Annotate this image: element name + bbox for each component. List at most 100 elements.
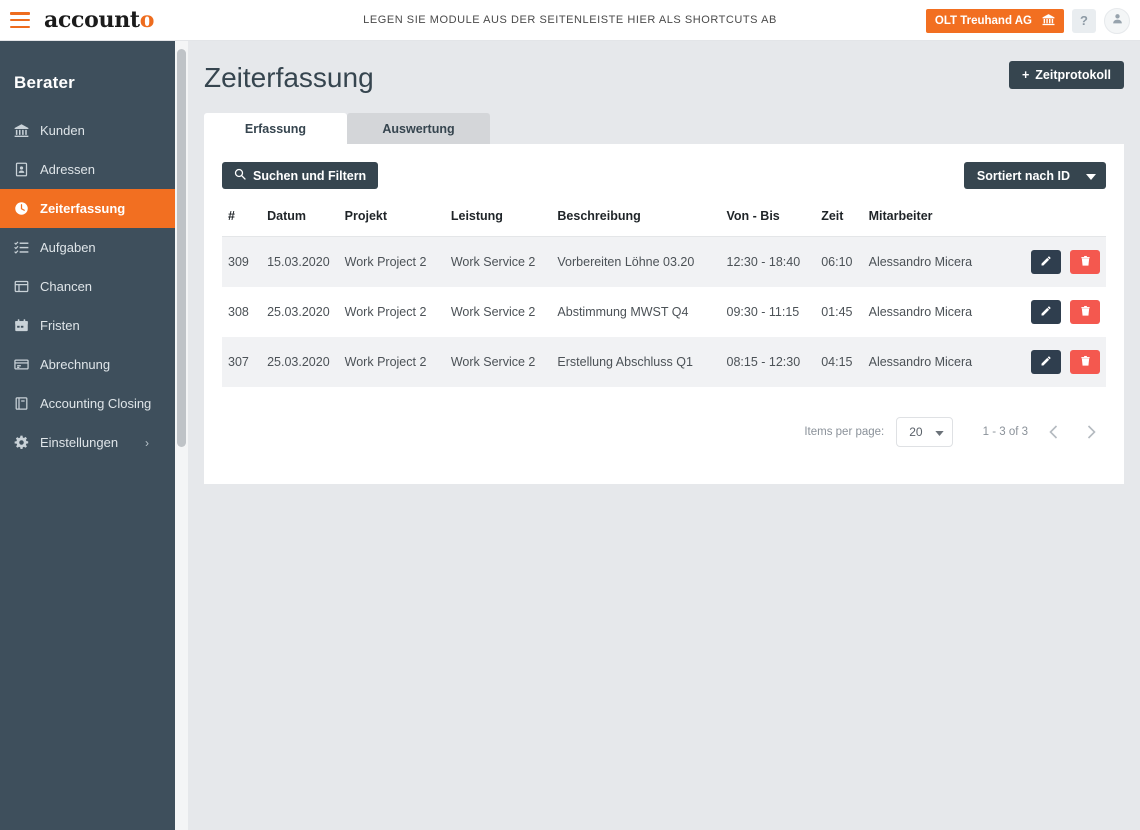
sidebar-item-abrechnung[interactable]: Abrechnung [0,345,175,384]
cell-id: 309 [228,255,249,269]
trash-icon [1080,355,1091,370]
column-header-mitarbeiter[interactable]: Mitarbeiter [862,203,1023,237]
logo-accent-letter: o [139,7,155,33]
cell-leistung: Work Service 2 [450,305,536,319]
contact-card-icon [14,162,29,177]
chevron-down-icon [934,425,944,439]
content-card: Suchen und Filtern Sortiert nach ID # Da… [204,144,1124,484]
pagination-range-label: 1 - 3 of 3 [982,426,1028,438]
items-per-page-label: Items per page: [804,426,885,438]
cell-mitarbeiter: Alessandro Micera [868,255,973,269]
tenant-label: OLT Treuhand AG [934,14,1032,27]
app-logo[interactable]: accounto [44,7,154,33]
cell-beschreibung: Vorbereiten Löhne 03.20 [557,255,695,269]
sidebar-title: Berater [14,73,75,92]
sidebar-item-adressen[interactable]: Adressen [0,150,175,189]
sidebar-item-fristen[interactable]: Fristen [0,306,175,345]
board-icon [14,279,29,294]
cell-leistung: Work Service 2 [450,355,536,369]
cell-datum: 15.03.2020 [267,255,330,269]
cell-id: 307 [228,355,249,369]
sidebar-item-label: Fristen [40,318,80,333]
bank-icon [1042,13,1055,29]
help-button[interactable]: ? [1072,8,1096,33]
sidebar-item-label: Adressen [40,162,95,177]
sidebar-item-einstellungen[interactable]: Einstellungen › [0,423,175,462]
column-header-id[interactable]: # [222,203,262,237]
pencil-icon [1040,305,1052,320]
sidebar-item-label: Chancen [40,279,93,294]
column-header-leistung[interactable]: Leistung [444,203,552,237]
cell-leistung: Work Service 2 [450,255,536,269]
edit-row-button[interactable] [1030,300,1061,324]
clock-icon [14,201,29,216]
table-row[interactable]: 307 25.03.2020 Work Project 2 Work Servi… [222,337,1106,387]
column-header-datum[interactable]: Datum [261,203,339,237]
app-root: accounto LEGEN SIE MODULE AUS DER SEITEN… [0,0,1140,830]
cell-zeit: 01:45 [821,305,853,319]
sidebar-item-zeiterfassung[interactable]: Zeiterfassung [0,189,175,228]
task-list-icon [14,240,29,255]
bank-icon [14,123,29,138]
cell-actions [1022,237,1106,288]
column-header-zeit[interactable]: Zeit [815,203,863,237]
items-per-page-select[interactable]: 20 [896,417,953,447]
search-filter-button[interactable]: Suchen und Filtern [222,162,379,189]
sidebar-item-kunden[interactable]: Kunden [0,111,175,150]
table-row[interactable]: 309 15.03.2020 Work Project 2 Work Servi… [222,236,1106,288]
delete-row-button[interactable] [1070,250,1100,274]
search-filter-label: Suchen und Filtern [253,168,367,183]
chevron-right-icon: › [145,435,149,450]
add-button-label: Zeitprotokoll [1035,68,1111,82]
sort-dropdown-button[interactable]: Sortiert nach ID [963,162,1106,189]
table-header-row: # Datum Projekt Leistung Beschreibung Vo… [222,203,1106,237]
sidebar-item-aufgaben[interactable]: Aufgaben [0,228,175,267]
tenant-button[interactable]: OLT Treuhand AG [925,8,1064,33]
top-bar-actions: OLT Treuhand AG ? [925,0,1130,41]
tab-auswertung[interactable]: Auswertung [347,113,490,144]
items-per-page-value: 20 [909,425,923,439]
page-header: Zeiterfassung + Zeitprotokoll [204,61,1124,95]
column-header-actions [1022,203,1106,237]
sidebar-item-label: Aufgaben [40,240,96,255]
cell-von-bis: 08:15 - 12:30 [726,355,801,369]
main-content: Zeiterfassung + Zeitprotokoll Erfassung … [188,41,1140,830]
plus-icon: + [1021,68,1030,82]
column-header-projekt[interactable]: Projekt [338,203,445,237]
timesheet-table: # Datum Projekt Leistung Beschreibung Vo… [222,203,1106,387]
sidebar-item-chancen[interactable]: Chancen [0,267,175,306]
sidebar-item-label: Abrechnung [40,357,111,372]
add-zeitprotokoll-button[interactable]: + Zeitprotokoll [1008,61,1124,89]
table-row[interactable]: 308 25.03.2020 Work Project 2 Work Servi… [222,287,1106,337]
column-header-von-bis[interactable]: Von - Bis [720,203,816,237]
column-header-beschreibung[interactable]: Beschreibung [551,203,721,237]
user-icon [1111,12,1124,30]
help-icon: ? [1080,13,1088,28]
hamburger-icon[interactable] [10,12,30,28]
edit-row-button[interactable] [1030,250,1061,274]
tab-label: Erfassung [244,121,307,136]
delete-row-button[interactable] [1070,350,1100,374]
tab-label: Auswertung [382,121,455,136]
user-menu-button[interactable] [1104,7,1130,34]
table-body: 309 15.03.2020 Work Project 2 Work Servi… [222,236,1106,387]
sidebar-scrollbar[interactable] [175,41,188,830]
cell-datum: 25.03.2020 [267,305,330,319]
delete-row-button[interactable] [1070,300,1100,324]
trash-icon [1080,305,1091,320]
edit-row-button[interactable] [1030,350,1061,374]
cell-actions [1022,337,1106,387]
page-title: Zeiterfassung [204,62,374,93]
tab-erfassung[interactable]: Erfassung [204,113,347,144]
cell-von-bis: 12:30 - 18:40 [726,255,801,269]
sidebar-item-label: Accounting Closing [40,396,152,411]
previous-page-button[interactable] [1040,419,1066,445]
tab-bar: Erfassung Auswertung [204,113,1124,144]
gear-icon [14,435,29,450]
sidebar-item-accounting-closing[interactable]: Accounting Closing [0,384,175,423]
cell-zeit: 06:10 [821,255,853,269]
sidebar-scrollbar-thumb[interactable] [177,49,186,447]
next-page-button[interactable] [1078,419,1104,445]
top-bar: accounto LEGEN SIE MODULE AUS DER SEITEN… [0,0,1140,41]
cell-mitarbeiter: Alessandro Micera [868,355,973,369]
